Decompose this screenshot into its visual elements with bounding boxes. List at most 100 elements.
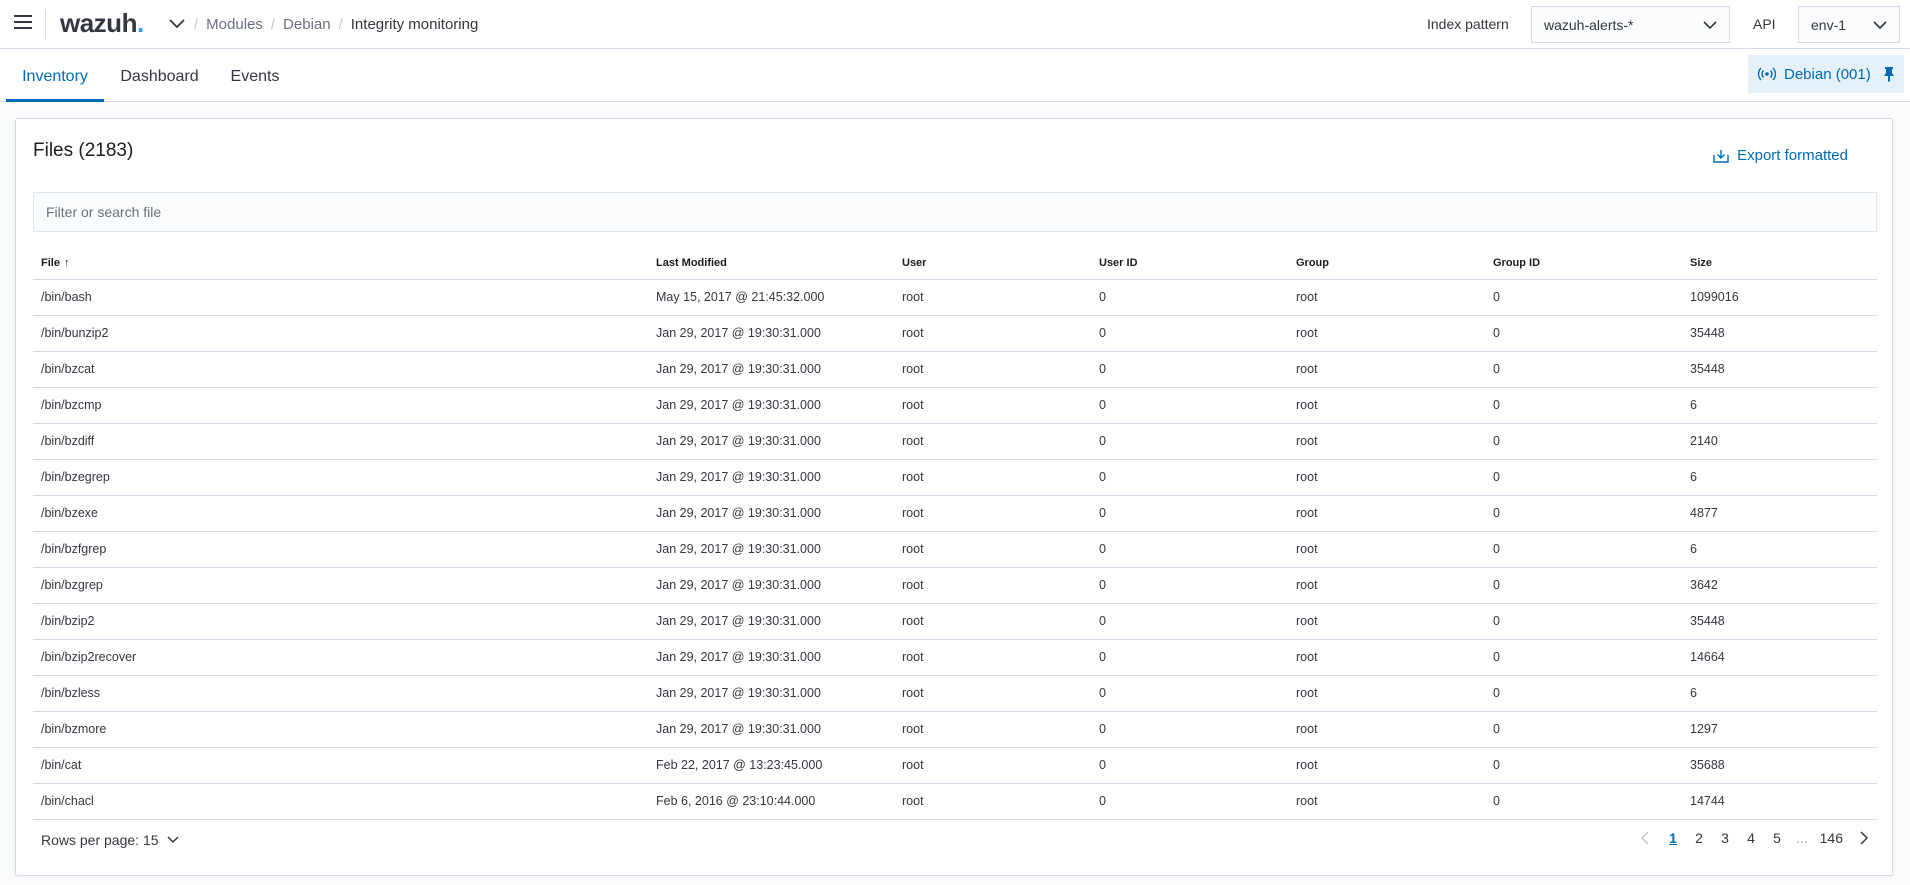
breadcrumb-modules[interactable]: Modules bbox=[206, 16, 263, 33]
table-row[interactable]: /bin/bzexe Jan 29, 2017 @ 19:30:31.000 roo… bbox=[33, 495, 1877, 532]
group-cell: root bbox=[1288, 711, 1485, 748]
group-id-cell: 0 bbox=[1485, 567, 1682, 604]
chevron-down-icon bbox=[1703, 21, 1717, 30]
file-cell: /bin/bzless bbox=[33, 675, 648, 712]
chevron-right-icon[interactable] bbox=[1857, 831, 1869, 845]
column-header-size[interactable]: Size bbox=[1682, 247, 1877, 280]
table-row[interactable]: /bin/bzfgrep Jan 29, 2017 @ 19:30:31.000 r… bbox=[33, 531, 1877, 568]
tab-inventory[interactable]: Inventory bbox=[6, 49, 104, 102]
breadcrumb-agent[interactable]: Debian bbox=[283, 16, 331, 33]
table-row[interactable]: /bin/cat Feb 22, 2017 @ 13:23:45.000 root 0… bbox=[33, 747, 1877, 784]
file-search-input[interactable] bbox=[33, 192, 1877, 232]
last-modified-cell: Jan 29, 2017 @ 19:30:31.000 bbox=[648, 315, 894, 352]
user-cell: root bbox=[894, 315, 1091, 352]
column-header-user-id[interactable]: User ID bbox=[1091, 247, 1288, 280]
online-signal-icon bbox=[1758, 67, 1776, 81]
group-id-cell: 0 bbox=[1485, 675, 1682, 712]
page-button-3[interactable]: 3 bbox=[1718, 830, 1732, 846]
user-cell: root bbox=[894, 747, 1091, 784]
page-button-1[interactable]: 1 bbox=[1666, 830, 1680, 846]
page-button-2[interactable]: 2 bbox=[1692, 830, 1706, 846]
group-cell: root bbox=[1288, 747, 1485, 784]
chevron-down-icon[interactable] bbox=[168, 16, 186, 30]
group-cell: root bbox=[1288, 423, 1485, 460]
column-header-last-modified[interactable]: Last Modified bbox=[648, 247, 894, 280]
page-button-5[interactable]: 5 bbox=[1770, 830, 1784, 846]
user-cell: root bbox=[894, 351, 1091, 388]
wazuh-logo[interactable]: wazuh. bbox=[60, 8, 144, 39]
index-pattern-select[interactable]: wazuh-alerts-* bbox=[1531, 6, 1730, 43]
table-row[interactable]: /bin/bzless Jan 29, 2017 @ 19:30:31.000 ro… bbox=[33, 675, 1877, 712]
table-row[interactable]: /bin/bzip2recover Jan 29, 2017 @ 19:30:31… bbox=[33, 639, 1877, 676]
column-header-group-id[interactable]: Group ID bbox=[1485, 247, 1682, 280]
file-cell: /bin/bzip2recover bbox=[33, 639, 648, 676]
size-cell: 35448 bbox=[1682, 603, 1877, 640]
last-modified-cell: Jan 29, 2017 @ 19:30:31.000 bbox=[648, 603, 894, 640]
last-modified-cell: Jan 29, 2017 @ 19:30:31.000 bbox=[648, 351, 894, 388]
rows-per-page-selector[interactable]: Rows per page: 15 bbox=[41, 832, 179, 848]
export-formatted-button[interactable]: Export formatted bbox=[1713, 147, 1848, 164]
table-row[interactable]: /bin/bzip2 Jan 29, 2017 @ 19:30:31.000 roo… bbox=[33, 603, 1877, 640]
page-button-last[interactable]: 146 bbox=[1820, 830, 1843, 846]
table-row[interactable]: /bin/chacl Feb 6, 2016 @ 23:10:44.000 root… bbox=[33, 783, 1877, 820]
size-cell: 14744 bbox=[1682, 783, 1877, 820]
breadcrumb-current: Integrity monitoring bbox=[350, 16, 479, 33]
file-cell: /bin/chacl bbox=[33, 783, 648, 820]
user-id-cell: 0 bbox=[1091, 567, 1288, 604]
group-id-cell: 0 bbox=[1485, 603, 1682, 640]
pin-icon[interactable] bbox=[1882, 66, 1896, 82]
last-modified-cell: Jan 29, 2017 @ 19:30:31.000 bbox=[648, 459, 894, 496]
last-modified-cell: Jan 29, 2017 @ 19:30:31.000 bbox=[648, 387, 894, 424]
tab-events[interactable]: Events bbox=[220, 49, 290, 102]
size-cell: 6 bbox=[1682, 459, 1877, 496]
size-cell: 14664 bbox=[1682, 639, 1877, 676]
group-cell: root bbox=[1288, 639, 1485, 676]
table-row[interactable]: /bin/bash May 15, 2017 @ 21:45:32.000 root… bbox=[33, 279, 1877, 316]
user-cell: root bbox=[894, 459, 1091, 496]
group-cell: root bbox=[1288, 315, 1485, 352]
files-table: File ↑ Last Modified User User ID Group G… bbox=[33, 247, 1877, 820]
last-modified-cell: Jan 29, 2017 @ 19:30:31.000 bbox=[648, 639, 894, 676]
user-cell: root bbox=[894, 603, 1091, 640]
table-row[interactable]: /bin/bzegrep Jan 29, 2017 @ 19:30:31.000 r… bbox=[33, 459, 1877, 496]
chevron-down-icon bbox=[1873, 21, 1887, 30]
group-cell: root bbox=[1288, 675, 1485, 712]
sort-ascending-icon: ↑ bbox=[63, 256, 70, 269]
module-tabs: Inventory Dashboard Events bbox=[0, 49, 1910, 102]
agent-button-label: Debian (001) bbox=[1784, 65, 1871, 83]
file-cell: /bin/cat bbox=[33, 747, 648, 784]
header-divider bbox=[45, 10, 46, 39]
api-select[interactable]: env-1 bbox=[1798, 6, 1900, 43]
group-cell: root bbox=[1288, 603, 1485, 640]
user-cell: root bbox=[894, 495, 1091, 532]
table-row[interactable]: /bin/bzmore Jan 29, 2017 @ 19:30:31.000 ro… bbox=[33, 711, 1877, 748]
table-row[interactable]: /bin/bzdiff Jan 29, 2017 @ 19:30:31.000 ro… bbox=[33, 423, 1877, 460]
top-header: wazuh. / Modules / Debian / Integrity mo… bbox=[0, 0, 1910, 49]
column-header-group[interactable]: Group bbox=[1288, 247, 1485, 280]
tab-dashboard[interactable]: Dashboard bbox=[112, 49, 207, 102]
rows-per-page-label: Rows per page: 15 bbox=[41, 832, 159, 848]
column-header-file[interactable]: File ↑ bbox=[33, 247, 648, 280]
table-row[interactable]: /bin/bunzip2 Jan 29, 2017 @ 19:30:31.000 r… bbox=[33, 315, 1877, 352]
column-header-user[interactable]: User bbox=[894, 247, 1091, 280]
page-button-4[interactable]: 4 bbox=[1744, 830, 1758, 846]
last-modified-cell: Jan 29, 2017 @ 19:30:31.000 bbox=[648, 531, 894, 568]
pagination-ellipsis: ... bbox=[1795, 830, 1808, 846]
file-cell: /bin/bzip2 bbox=[33, 603, 648, 640]
menu-icon[interactable] bbox=[14, 15, 32, 29]
group-id-cell: 0 bbox=[1485, 315, 1682, 352]
group-id-cell: 0 bbox=[1485, 423, 1682, 460]
chevron-left-icon[interactable] bbox=[1640, 831, 1652, 845]
group-id-cell: 0 bbox=[1485, 351, 1682, 388]
user-id-cell: 0 bbox=[1091, 711, 1288, 748]
table-row[interactable]: /bin/bzcmp Jan 29, 2017 @ 19:30:31.000 roo… bbox=[33, 387, 1877, 424]
size-cell: 3642 bbox=[1682, 567, 1877, 604]
file-cell: /bin/bunzip2 bbox=[33, 315, 648, 352]
files-panel: Files (2183) Export formatted File↑ Last… bbox=[15, 118, 1893, 876]
agent-button[interactable]: Debian (001) bbox=[1748, 55, 1904, 93]
breadcrumb: / Modules / Debian / Integrity monitorin… bbox=[194, 16, 478, 33]
group-id-cell: 0 bbox=[1485, 279, 1682, 316]
table-row[interactable]: /bin/bzgrep Jan 29, 2017 @ 19:30:31.000 ro… bbox=[33, 567, 1877, 604]
table-row[interactable]: /bin/bzcat Jan 29, 2017 @ 19:30:31.000 roo… bbox=[33, 351, 1877, 388]
size-cell: 6 bbox=[1682, 531, 1877, 568]
